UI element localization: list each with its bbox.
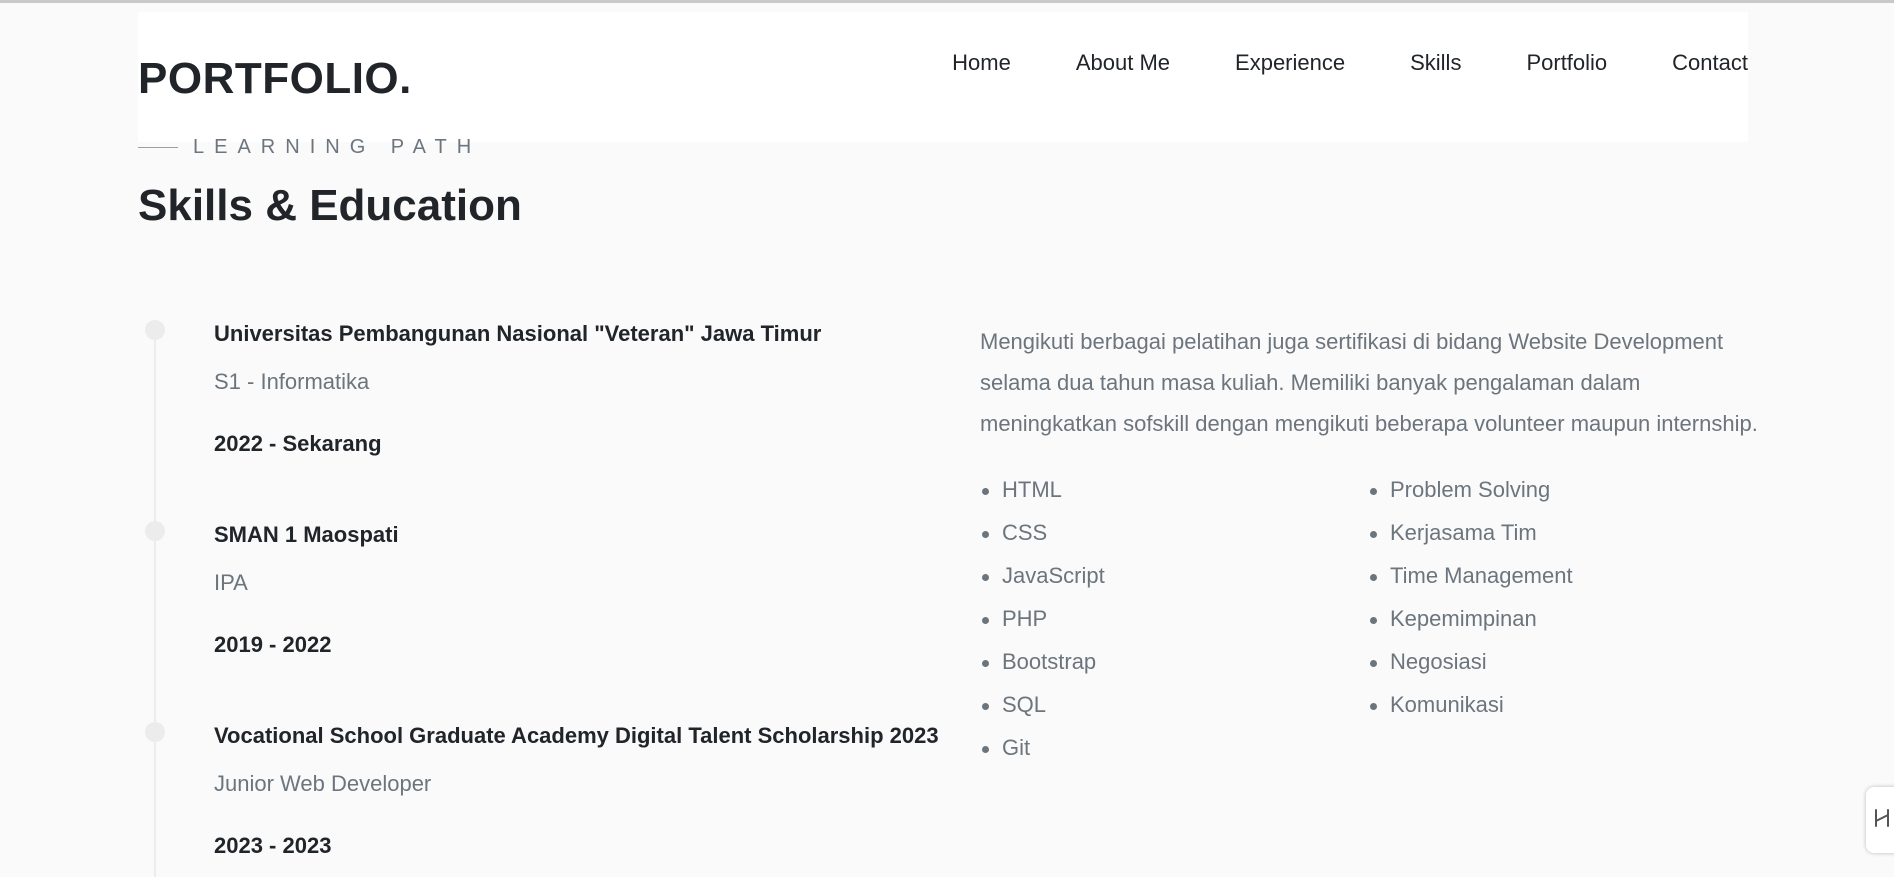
skill-item: Komunikasi	[1368, 692, 1573, 735]
education-years: 2022 - Sekarang	[214, 431, 382, 456]
education-degree: Junior Web Developer	[214, 771, 432, 796]
nav-skills[interactable]: Skills	[1410, 50, 1461, 76]
skill-item: Time Management	[1368, 563, 1573, 606]
timeline-dot	[145, 521, 165, 541]
education-years: 2023 - 2023	[214, 833, 332, 858]
about-paragraph: Mengikuti berbagai pelatihan juga sertif…	[980, 329, 1758, 436]
education-name: Universitas Pembangunan Nasional "Vetera…	[214, 321, 822, 346]
handle-icon	[1872, 805, 1892, 836]
education-item: Universitas Pembangunan Nasional "Vetera…	[214, 321, 974, 457]
education-name: Vocational School Graduate Academy Digit…	[214, 723, 939, 748]
skill-item: CSS	[980, 520, 1105, 563]
timeline-dot	[145, 320, 165, 340]
side-widget-tab[interactable]	[1866, 787, 1894, 853]
education-name: SMAN 1 Maospati	[214, 522, 399, 547]
section-eyebrow: LEARNING PATH	[138, 136, 481, 159]
nav-experience[interactable]: Experience	[1235, 50, 1345, 76]
eyebrow-text: LEARNING PATH	[193, 136, 482, 158]
nav-portfolio[interactable]: Portfolio	[1526, 50, 1607, 76]
skill-item: Kepemimpinan	[1368, 606, 1573, 649]
skill-item: HTML	[980, 477, 1105, 520]
skill-item: PHP	[980, 606, 1105, 649]
skill-item: JavaScript	[980, 563, 1105, 606]
site-logo[interactable]: PORTFOLIO.	[138, 54, 412, 104]
soft-skills-list: Problem Solving Kerjasama Tim Time Manag…	[1368, 477, 1573, 735]
skill-item: Problem Solving	[1368, 477, 1573, 520]
education-years: 2019 - 2022	[214, 632, 332, 657]
skill-item: Bootstrap	[980, 649, 1105, 692]
skill-item: Negosiasi	[1368, 649, 1573, 692]
main-nav: Home About Me Experience Skills Portfoli…	[952, 50, 1748, 76]
education-degree: IPA	[214, 570, 248, 595]
technical-skills-list: HTML CSS JavaScript PHP Bootstrap SQL Gi…	[980, 477, 1105, 778]
skill-item: Git	[980, 735, 1105, 778]
section-title: Skills & Education	[138, 181, 522, 230]
nav-contact[interactable]: Contact	[1672, 50, 1748, 76]
education-item: SMAN 1 Maospati IPA 2019 - 2022	[214, 522, 974, 658]
education-item: Vocational School Graduate Academy Digit…	[214, 723, 974, 859]
site-header: PORTFOLIO. Home About Me Experience Skil…	[138, 12, 1748, 142]
timeline-dot	[145, 722, 165, 742]
timeline-line	[154, 328, 156, 877]
education-degree: S1 - Informatika	[214, 369, 370, 394]
nav-about-me[interactable]: About Me	[1076, 50, 1170, 76]
skill-item: Kerjasama Tim	[1368, 520, 1573, 563]
skill-item: SQL	[980, 692, 1105, 735]
nav-home[interactable]: Home	[952, 50, 1011, 76]
eyebrow-divider	[138, 147, 178, 148]
